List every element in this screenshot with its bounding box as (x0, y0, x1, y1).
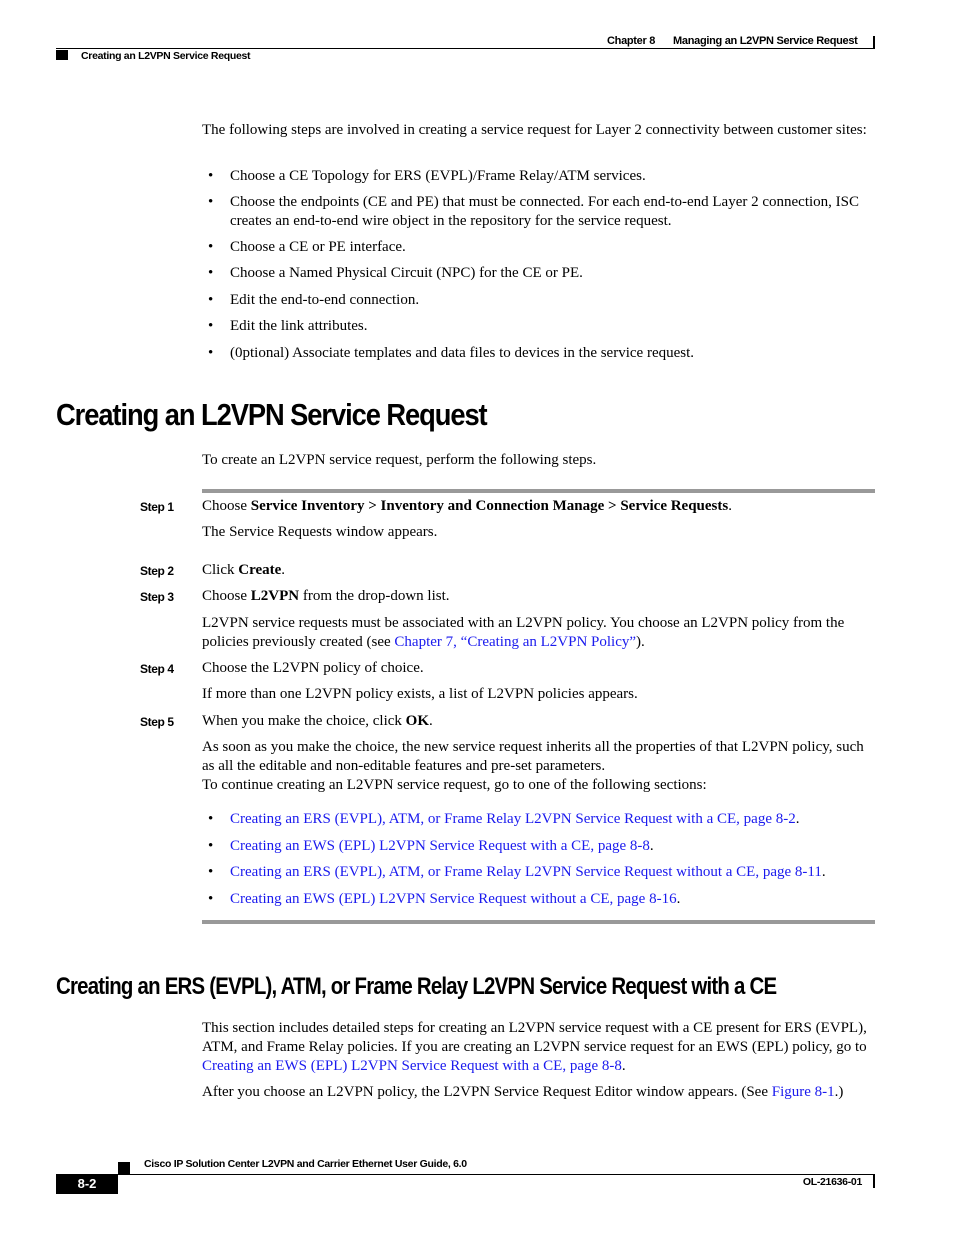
intro-paragraph: The following steps are involved in crea… (202, 122, 867, 138)
list-item: Edit the link attributes. (230, 318, 368, 334)
list-item: Choose the endpoints (CE and PE) that mu… (230, 194, 860, 229)
procedure-bottom-rule (202, 920, 875, 924)
step-text-prefix: Click (202, 562, 239, 578)
figure-link[interactable]: Figure 8-1 (772, 1084, 835, 1100)
bullet-icon: • (208, 811, 214, 827)
step-text: Choose L2VPN from the drop-down list. (202, 587, 877, 606)
list-item: Choose a CE or PE interface. (230, 239, 406, 255)
subsection-heading: Creating an ERS (EVPL), ATM, or Frame Re… (56, 973, 777, 1000)
chapter-number: Chapter 8 (607, 35, 656, 47)
chapter7-link[interactable]: Chapter 7, “Creating an L2VPN Policy” (394, 634, 636, 650)
bullet-icon: • (208, 168, 214, 184)
button-name: Create (238, 562, 282, 578)
list-item: Creating an EWS (EPL) L2VPN Service Requ… (230, 891, 681, 907)
bullet-icon: • (208, 864, 214, 880)
list-item: Creating an EWS (EPL) L2VPN Service Requ… (230, 838, 654, 854)
step-label: Step 5 (140, 715, 174, 729)
section-heading: Creating an L2VPN Service Request (56, 397, 488, 432)
bullet-icon: • (208, 239, 214, 255)
step-label: Step 2 (140, 564, 174, 578)
bullet-icon: • (208, 292, 214, 308)
subsection-paragraph: After you choose an L2VPN policy, the L2… (202, 1083, 877, 1102)
header-rule (56, 48, 874, 49)
list-item: Creating an ERS (EVPL), ATM, or Frame Re… (230, 811, 800, 827)
step-label: Step 4 (140, 662, 174, 676)
footer-rule (118, 1174, 874, 1175)
bullet-icon: • (208, 265, 214, 281)
step-text-prefix: Choose (202, 498, 251, 514)
bullet-icon: • (208, 345, 214, 361)
section-link[interactable]: Creating an ERS (EVPL), ATM, or Frame Re… (230, 864, 822, 880)
step-note: If more than one L2VPN policy exists, a … (202, 686, 638, 702)
list-item: (0ptional) Associate templates and data … (230, 345, 695, 361)
note-suffix: ). (636, 634, 645, 650)
step-text-suffix: from the drop-down list. (299, 588, 450, 604)
bullet-icon: • (208, 891, 214, 907)
doc-number: OL-21636-01 (802, 1176, 862, 1188)
header-marker (56, 50, 68, 60)
step-label: Step 1 (140, 500, 174, 514)
chapter-title: Managing an L2VPN Service Request (673, 35, 858, 47)
step-label: Step 3 (140, 590, 174, 604)
step-text-suffix: . (429, 713, 433, 729)
step-note: L2VPN service requests must be associate… (202, 614, 877, 652)
list-item: Edit the end-to-end connection. (230, 292, 420, 308)
menu-path: Service Inventory > Inventory and Connec… (250, 498, 729, 514)
step-note: To continue creating an L2VPN service re… (202, 777, 707, 793)
list-item: Choose a Named Physical Circuit (NPC) fo… (230, 265, 583, 281)
step-note: As soon as you make the choice, the new … (202, 739, 864, 774)
step-text-prefix: When you make the choice, click (202, 713, 406, 729)
section-intro: To create an L2VPN service request, perf… (202, 452, 597, 468)
step-text-prefix: Choose (202, 588, 251, 604)
running-header-chapter: Chapter 8 Managing an L2VPN Service Reque… (607, 35, 858, 47)
button-name: OK (405, 713, 430, 729)
section-link[interactable]: Creating an EWS (EPL) L2VPN Service Requ… (230, 838, 650, 854)
paragraph-text: After you choose an L2VPN policy, the L2… (202, 1084, 772, 1100)
bullet-icon: • (208, 318, 214, 334)
step-text: Click Create. (202, 561, 877, 580)
step-text-suffix: . (728, 498, 732, 514)
step-text: Choose Service Inventory > Inventory and… (202, 497, 877, 516)
step-note: The Service Requests window appears. (202, 524, 438, 540)
bullet-icon: • (208, 838, 214, 854)
list-item: Choose a CE Topology for ERS (EVPL)/Fram… (230, 168, 646, 184)
option-name: L2VPN (250, 588, 300, 604)
step-text: When you make the choice, click OK. (202, 712, 877, 731)
bullet-icon: • (208, 194, 214, 210)
paragraph-text: This section includes detailed steps for… (202, 1020, 867, 1055)
step-text-suffix: . (281, 562, 286, 578)
list-item: Creating an ERS (EVPL), ATM, or Frame Re… (230, 864, 826, 880)
subsection-paragraph: This section includes detailed steps for… (202, 1019, 877, 1076)
page-number: 8-2 (56, 1174, 118, 1194)
paragraph-suffix: .) (834, 1084, 844, 1100)
footer-guide-title: Cisco IP Solution Center L2VPN and Carri… (144, 1158, 467, 1170)
running-header-section: Creating an L2VPN Service Request (81, 50, 251, 62)
procedure-top-rule (202, 489, 875, 493)
footer-marker (118, 1162, 130, 1174)
footer-tick (873, 1174, 875, 1188)
paragraph-suffix: . (621, 1058, 626, 1074)
section-link[interactable]: Creating an EWS (EPL) L2VPN Service Requ… (230, 891, 677, 907)
ews-with-ce-link[interactable]: Creating an EWS (EPL) L2VPN Service Requ… (202, 1058, 622, 1074)
section-link[interactable]: Creating an ERS (EVPL), ATM, or Frame Re… (230, 811, 796, 827)
step-text: Choose the L2VPN policy of choice. (202, 660, 424, 676)
